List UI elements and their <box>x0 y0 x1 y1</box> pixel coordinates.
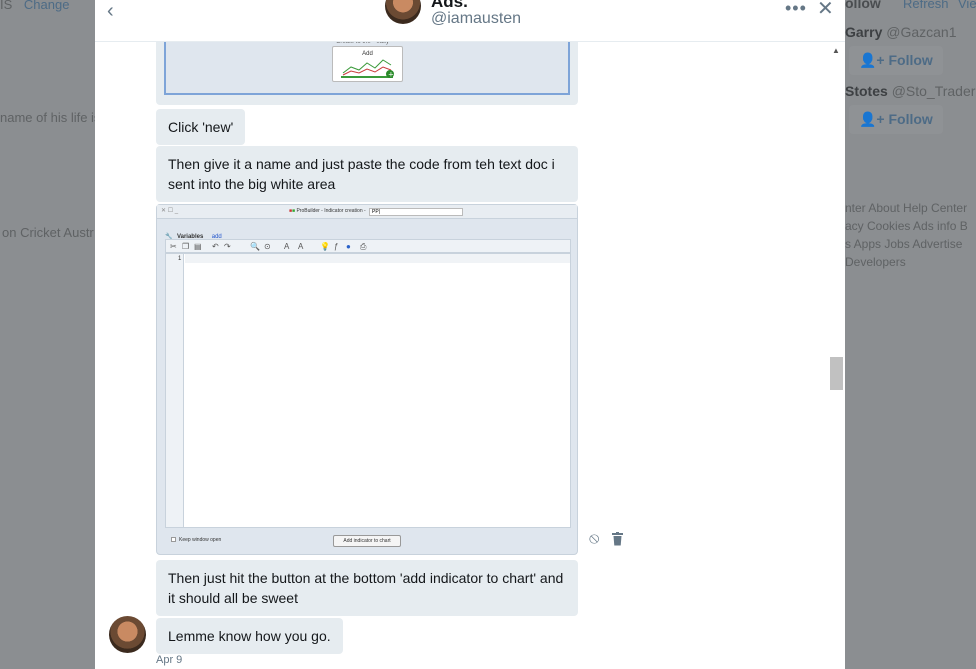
function-icon: ƒ <box>334 242 339 251</box>
scroll-thumb[interactable] <box>830 357 843 390</box>
back-icon[interactable]: ‹ <box>107 0 114 23</box>
redo-icon: ↷ <box>224 242 231 251</box>
bg-follow-button: 👤+ Follow <box>849 46 943 75</box>
font-increase-icon: A <box>284 242 290 251</box>
font-decrease-icon: A <box>298 242 304 251</box>
conversation-handle[interactable]: @iamausten <box>431 10 521 28</box>
avatar[interactable] <box>109 616 146 653</box>
copy-icon: ❐ <box>182 242 190 251</box>
svg-text:+: + <box>388 71 394 79</box>
more-options-icon[interactable]: ••• <box>785 0 807 19</box>
cut-icon: ✂ <box>170 242 177 251</box>
current-line <box>185 254 570 263</box>
line-number: 1 <box>178 256 182 262</box>
lightbulb-icon: 💡 <box>320 242 330 251</box>
dm-header: ‹ Ads. @iamausten ••• ✕ <box>95 0 845 42</box>
undo-icon: ↶ <box>212 242 219 251</box>
line-chart-icon: + <box>341 59 394 79</box>
window-title: ■■ ProBuilder - Indicator creation - <box>289 208 366 214</box>
indicator-name-field: PP| <box>369 208 463 216</box>
bg-follow-header: ollow <box>845 0 881 11</box>
bg-snippet: on Cricket Austr <box>2 225 94 240</box>
message-bubble: Click 'new' <box>156 109 246 145</box>
bg-suggestion-name: Stotes @Sto_Trader <box>845 83 976 99</box>
replace-icon: ⊙ <box>264 242 271 251</box>
keep-window-open: Keep window open <box>171 537 221 543</box>
bg-footer-links: nter About Help Center acy Cookies Ads i… <box>845 201 968 269</box>
checkbox <box>171 537 176 543</box>
dm-conversation-modal: ‹ Ads. @iamausten ••• ✕ Create to the * … <box>95 0 845 669</box>
bg-suggestion-name: Garry @Gazcan1 <box>845 24 957 40</box>
bg-refresh-link: Refresh <box>903 0 949 11</box>
window-titlebar: ✕ ☐ _ ■■ ProBuilder - Indicator creation… <box>157 205 577 219</box>
scrollbar[interactable]: ▲ <box>828 42 845 669</box>
window-controls: ✕ ☐ _ <box>161 208 179 214</box>
report-icon[interactable]: ⦸ <box>589 530 599 548</box>
image-add-tile: Add + <box>332 46 403 82</box>
bg-change-link: Change <box>23 0 70 12</box>
message-bubble: Then just hit the button at the bottom '… <box>156 560 578 616</box>
variables-bar: 🔧 Variables add <box>165 225 571 240</box>
message-timestamp: Apr 9 <box>156 654 183 666</box>
editor-toolbar: ✂ ❐ ▤ ↶ ↷ 🔍 ⊙ A A 💡 ƒ ● ⎙ <box>165 239 571 253</box>
line-gutter: 1 <box>166 254 184 527</box>
bg-snippet: name of his life is <box>0 110 101 125</box>
message-image[interactable]: Create to the * easy Add + <box>156 39 578 105</box>
find-icon: 🔍 <box>250 242 260 251</box>
bg-view-link: Vie <box>958 0 976 11</box>
close-icon[interactable]: ✕ <box>817 0 834 21</box>
message-bubble: Then give it a name and just paste the c… <box>156 146 578 202</box>
bg-sidebar: ollow Refresh Vie Garry @Gazcan1 👤+ Foll… <box>845 0 976 669</box>
avatar[interactable] <box>385 0 421 24</box>
scroll-up-icon[interactable]: ▲ <box>832 46 840 55</box>
bg-follow-button: 👤+ Follow <box>849 105 943 134</box>
help-icon: ● <box>346 242 351 251</box>
print-icon: ⎙ <box>360 242 367 251</box>
bg-top-text: IS Change <box>0 0 69 12</box>
paste-icon: ▤ <box>194 242 202 251</box>
delete-icon[interactable] <box>612 532 623 549</box>
message-bubble: Lemme know how you go. <box>156 618 343 654</box>
add-indicator-button: Add indicator to chart <box>333 535 401 547</box>
screenshot-frame: Create to the * easy Add + <box>164 39 570 95</box>
message-image[interactable]: ✕ ☐ _ ■■ ProBuilder - Indicator creation… <box>156 204 578 555</box>
code-editor: 1 <box>165 253 571 528</box>
